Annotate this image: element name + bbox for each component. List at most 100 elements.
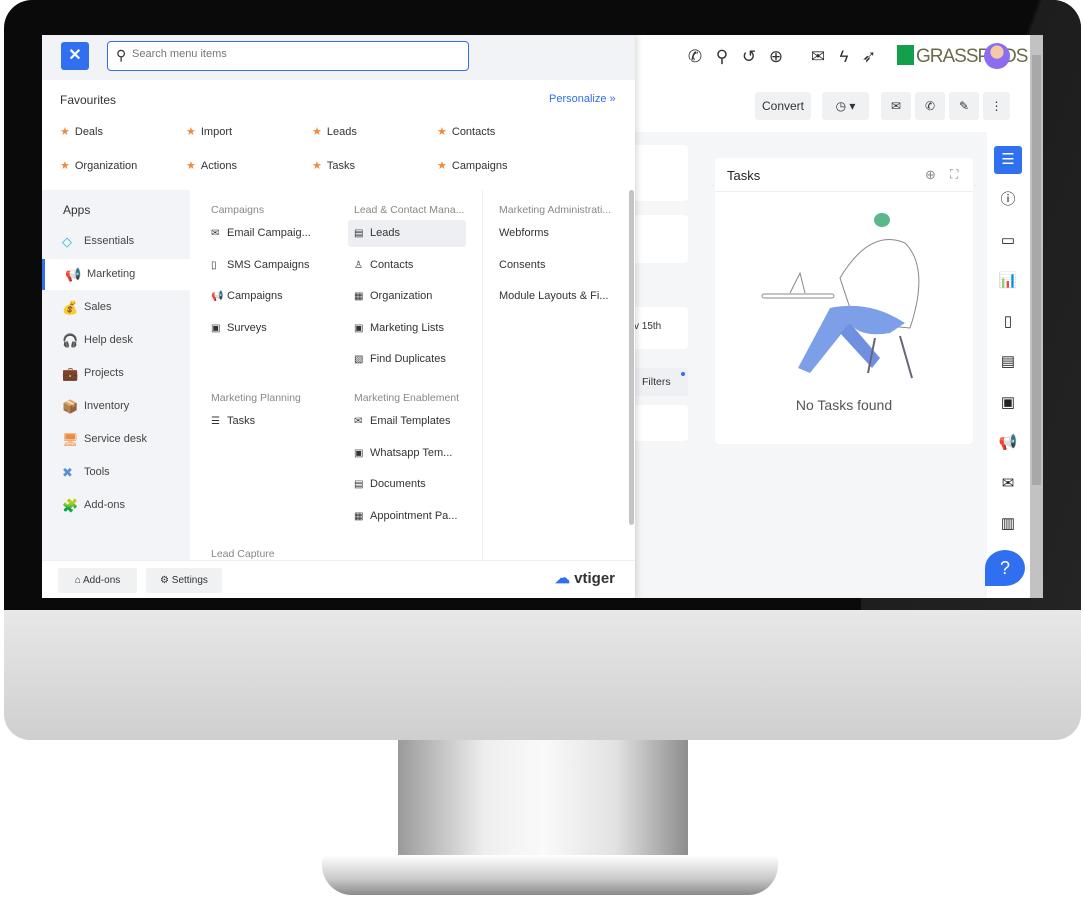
app-label: Tools xyxy=(84,466,110,478)
menu-item[interactable]: ▤ Documents xyxy=(348,471,466,498)
menu-item[interactable]: ☰ Tasks xyxy=(205,408,323,435)
expand-icon[interactable]: ⛶ xyxy=(950,167,958,182)
menu-item[interactable]: Module Layouts & Fi... xyxy=(493,283,611,310)
lightning-icon[interactable]: ϟ xyxy=(833,46,855,68)
menu-item[interactable]: ♙ Contacts xyxy=(348,252,466,279)
app-item-marketing[interactable]: 📢 Marketing xyxy=(42,259,190,290)
call-button[interactable]: ✆ xyxy=(915,92,945,120)
megaphone-icon[interactable]: 📢 xyxy=(994,429,1022,457)
app-icon: 💰 xyxy=(62,300,79,315)
menu-item-icon: ☰ xyxy=(211,416,220,427)
phone-icon[interactable]: ✆ xyxy=(684,46,706,68)
favourite-label: Tasks xyxy=(326,160,355,172)
menu-item-label: Surveys xyxy=(227,321,267,334)
app-item-sales[interactable]: 💰 Sales xyxy=(42,292,190,323)
help-button[interactable]: ? xyxy=(985,550,1025,586)
section-title-admin: Marketing Administrati... xyxy=(499,204,612,216)
app-item-tools[interactable]: ✖ Tools xyxy=(42,457,190,488)
add-icon[interactable]: ⊕ xyxy=(765,46,787,68)
analytics-icon[interactable]: 📊 xyxy=(994,267,1022,295)
app-icon: 🧩 xyxy=(62,498,79,513)
menu-item-label: Leads xyxy=(370,227,400,239)
add-task-icon[interactable]: ⊕ xyxy=(925,167,936,183)
star-icon: ★ xyxy=(312,126,322,138)
favourite-item[interactable]: ★ Deals xyxy=(60,125,103,138)
screen: ✆ ⚲ ↺ ⊕ ✉ ϟ ➶ GRASSPODS Convert ◷ ▾ ✉ ✆ … xyxy=(42,35,1043,598)
star-icon: ★ xyxy=(437,160,447,172)
menu-item[interactable]: ✉ Email Templates xyxy=(348,408,466,435)
app-item-add-ons[interactable]: 🧩 Add-ons xyxy=(42,490,190,521)
divider xyxy=(715,191,973,192)
app-item-essentials[interactable]: ◇ Essentials xyxy=(42,226,190,257)
document-info-icon[interactable]: ▯ xyxy=(994,308,1022,336)
menu-item[interactable]: ▧ Find Duplicates xyxy=(348,346,466,373)
favourite-item[interactable]: ★ Tasks xyxy=(312,159,355,172)
tasks-title: Tasks xyxy=(727,168,761,183)
favourite-item[interactable]: ★ Leads xyxy=(312,125,357,138)
favourite-item[interactable]: ★ Organization xyxy=(60,159,137,172)
tasks-widget: Tasks ⊕ ⛶ No Tasks found xyxy=(715,158,973,444)
menu-item-label: Organization xyxy=(370,290,433,302)
vtiger-cloud-icon: ☁ xyxy=(555,570,570,587)
activity-dropdown-button[interactable]: ◷ ▾ xyxy=(822,92,869,120)
report-icon[interactable]: ▥ xyxy=(994,510,1022,538)
menu-item[interactable]: ▯ SMS Campaigns xyxy=(205,252,323,279)
star-icon: ★ xyxy=(186,160,196,172)
menu-item[interactable]: ▣ Whatsapp Tem... xyxy=(348,440,466,467)
apps-sidebar: Apps ◇ Essentials 📢 Marketing 💰 Sales 🎧 Help de… xyxy=(42,190,190,560)
menu-item[interactable]: Consents xyxy=(493,252,611,279)
menu-scrollbar[interactable] xyxy=(629,190,634,525)
calendar-icon[interactable]: ▭ xyxy=(994,227,1022,255)
menu-item-label: Email Campaig... xyxy=(227,227,311,239)
app-item-service-desk[interactable]: 🖥 Service desk xyxy=(42,424,190,455)
search-input[interactable] xyxy=(132,48,452,60)
rocket-icon[interactable]: ➶ xyxy=(858,46,880,68)
document-icon[interactable]: ▤ xyxy=(994,348,1022,376)
more-button[interactable]: ⋮ xyxy=(983,92,1010,120)
info-icon[interactable]: ⓘ xyxy=(994,186,1022,214)
menu-item-icon: ▤ xyxy=(354,479,364,490)
puzzle-icon: ⌂ xyxy=(74,575,84,586)
favourite-item[interactable]: ★ Contacts xyxy=(437,125,495,138)
app-item-projects[interactable]: 💼 Projects xyxy=(42,358,190,389)
app-icon: 📦 xyxy=(62,399,79,414)
email-button[interactable]: ✉ xyxy=(881,92,911,120)
history-icon[interactable]: ↺ xyxy=(738,46,760,68)
menu-item[interactable]: ▣ Surveys xyxy=(205,315,323,342)
menu-item-icon: ▦ xyxy=(354,510,364,522)
menu-item[interactable]: ▤ Leads xyxy=(348,220,466,247)
app-menu: ✕ ⚲ Favourites Personalize » ★ Deals ★ Imp… xyxy=(42,35,635,598)
email-campaign-icon[interactable]: ✉ xyxy=(994,470,1022,498)
favourite-item[interactable]: ★ Import xyxy=(186,125,232,138)
menu-item-icon: ♙ xyxy=(354,259,363,271)
convert-button[interactable]: Convert xyxy=(755,92,811,120)
inbox-icon[interactable]: ✉ xyxy=(807,46,829,68)
favourite-item[interactable]: ★ Campaigns xyxy=(437,159,508,172)
filters-label: Filters xyxy=(642,376,671,388)
apps-title: Apps xyxy=(63,203,91,217)
menu-item-label: Whatsapp Tem... xyxy=(370,446,453,459)
menu-item[interactable]: ✉ Email Campaig... xyxy=(205,220,323,247)
app-icon: ✖ xyxy=(62,465,73,480)
menu-item[interactable]: ▣ Marketing Lists xyxy=(348,315,466,342)
addons-button[interactable]: ⌂ Add-ons xyxy=(58,568,137,593)
menu-item[interactable]: 📢 Campaigns xyxy=(205,283,323,310)
menu-item-icon: ▤ xyxy=(354,228,364,239)
app-icon: 🖥 xyxy=(62,432,79,447)
menu-search[interactable]: ⚲ xyxy=(107,41,469,71)
menu-item[interactable]: Webforms xyxy=(493,220,611,247)
search-icon[interactable]: ⚲ xyxy=(711,46,733,68)
page-scrollbar-thumb[interactable] xyxy=(1032,55,1041,485)
menu-item[interactable]: ▦ Organization xyxy=(348,283,466,310)
box-icon[interactable]: ▣ xyxy=(994,389,1022,417)
tasks-list-icon[interactable]: ☰ xyxy=(994,146,1022,174)
menu-item[interactable]: ▦ Appointment Pa... xyxy=(348,503,466,530)
settings-button[interactable]: ⚙ Settings xyxy=(146,568,222,593)
app-item-inventory[interactable]: 📦 Inventory xyxy=(42,391,190,422)
edit-button[interactable]: ✎ xyxy=(949,92,979,120)
avatar[interactable] xyxy=(984,43,1010,69)
personalize-link[interactable]: Personalize » xyxy=(549,93,616,105)
favourite-item[interactable]: ★ Actions xyxy=(186,159,237,172)
app-item-help-desk[interactable]: 🎧 Help desk xyxy=(42,325,190,356)
close-menu-button[interactable]: ✕ xyxy=(61,42,89,70)
